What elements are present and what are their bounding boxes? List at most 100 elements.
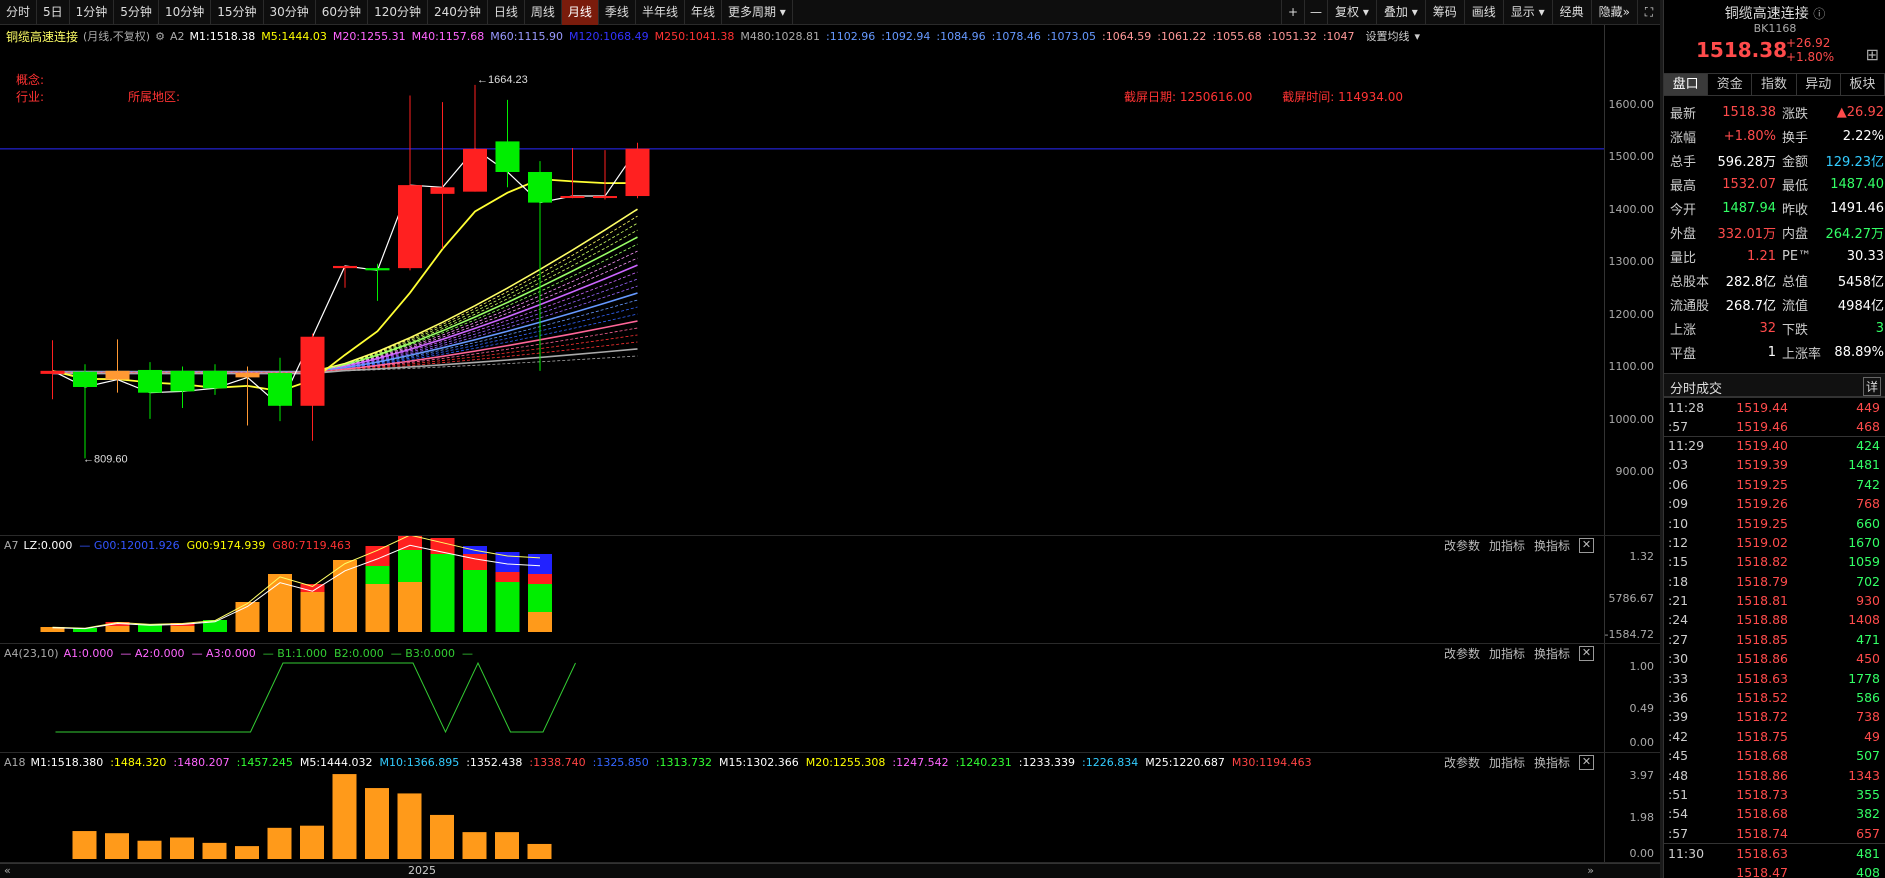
fuquan-dropdown[interactable]: 复权 ▾	[1326, 0, 1376, 25]
fullscreen-icon[interactable]: ⛶	[1637, 0, 1660, 25]
period-button-15[interactable]: 年线	[685, 0, 722, 25]
y-tick: 1600.00	[1608, 98, 1655, 111]
tick-volume: 660	[1856, 515, 1880, 531]
tick-row: :39 1518.72 738	[1664, 707, 1885, 726]
a7-panel: A7 LZ:0.000— G00:12001.926 G00:9174.939 G8…	[0, 536, 1660, 644]
a7-bar	[398, 536, 422, 550]
overlay-dropdown[interactable]: 叠加 ▾	[1375, 0, 1425, 25]
zoom-in-button[interactable]: +	[1280, 0, 1304, 25]
period-button-4[interactable]: 10分钟	[159, 0, 212, 25]
tick-price: 1518.85	[1736, 631, 1788, 647]
detail-button[interactable]: 详	[1862, 377, 1881, 396]
tab-0[interactable]: 盘口	[1664, 74, 1709, 95]
display-dropdown[interactable]: 显示 ▾	[1502, 0, 1552, 25]
quote-sidebar: 铜缆高速连接 ⓘ BK1168 1518.38 +26.92 +1.80% ⊞ …	[1663, 0, 1885, 878]
stat-key: 最高	[1670, 178, 1697, 194]
double-chevron-right-icon: »	[1622, 5, 1630, 19]
a7-bar	[365, 566, 390, 584]
stat-value: 32	[1759, 320, 1776, 336]
period-button-3[interactable]: 5分钟	[114, 0, 159, 25]
period-button-14[interactable]: 半年线	[636, 0, 685, 25]
scroll-left-icon[interactable]: «	[4, 864, 11, 877]
y-tick: 1500.00	[1608, 150, 1655, 163]
tick-row: :57 1518.74 657	[1664, 824, 1885, 843]
a7-bar	[365, 584, 390, 632]
period-button-10[interactable]: 日线	[488, 0, 525, 25]
y-tick: 1.00	[1629, 660, 1655, 673]
tick-price: 1518.68	[1736, 806, 1788, 822]
tick-row: :30 1518.86 450	[1664, 649, 1885, 668]
scroll-right-icon[interactable]: »	[1587, 864, 1594, 877]
caret-down-icon: ▾	[775, 5, 786, 19]
classic-button[interactable]: 经典	[1551, 0, 1591, 25]
stat-key: 涨幅	[1670, 130, 1697, 146]
hide-label: 隐藏	[1598, 5, 1623, 19]
tick-price: 1518.68	[1736, 748, 1788, 764]
price-axis: 1600.00 1500.00 1400.00 1300.00 1200.00 …	[1604, 25, 1660, 535]
stat-value: 282.8亿	[1725, 274, 1776, 290]
tab-1[interactable]: 资金	[1708, 74, 1753, 95]
candle-body	[300, 336, 325, 406]
tab-2[interactable]: 指数	[1752, 74, 1797, 95]
period-button-7[interactable]: 60分钟	[316, 0, 369, 25]
tick-price: 1519.40	[1736, 438, 1788, 454]
volume-bar	[72, 831, 97, 859]
tick-time: :27	[1668, 631, 1689, 647]
stat-key: 今开	[1670, 202, 1697, 218]
period-button-11[interactable]: 周线	[525, 0, 562, 25]
info-icon[interactable]: ⓘ	[1813, 7, 1825, 21]
tick-price: 1519.26	[1736, 496, 1788, 512]
period-button-0[interactable]: 分时	[0, 0, 38, 25]
tick-row: 11:30 1518.63 481	[1664, 842, 1885, 862]
ma-line	[52, 222, 638, 374]
period-button-6[interactable]: 30分钟	[264, 0, 316, 25]
tick-time: :39	[1668, 709, 1689, 725]
stat-row: 流通股 268.7亿 流值 4984亿	[1664, 292, 1885, 316]
hide-button[interactable]: 隐藏»	[1590, 0, 1637, 25]
kline-chart[interactable]: ←1664.23 ←809.60	[0, 25, 1604, 536]
tick-volume: 507	[1856, 748, 1880, 764]
a7-bar	[528, 574, 552, 584]
period-button-13[interactable]: 季线	[599, 0, 636, 25]
period-button-8[interactable]: 120分钟	[368, 0, 428, 25]
tick-row: :18 1518.79 702	[1664, 572, 1885, 591]
stat-row: 平盘 1 上涨率 88.89%	[1664, 340, 1885, 364]
tick-time: :30	[1668, 651, 1689, 667]
stat-value: 1532.07	[1722, 176, 1776, 192]
period-button-16[interactable]: 更多周期 ▾	[722, 0, 793, 25]
zoom-out-button[interactable]: —	[1303, 0, 1327, 25]
draw-line-button[interactable]: 画线	[1463, 0, 1503, 25]
tick-time: :15	[1668, 554, 1689, 570]
tick-time: :06	[1668, 476, 1689, 492]
stat-row: 总手 596.28万 金额 129.23亿	[1664, 148, 1885, 172]
tick-row: :06 1519.25 742	[1664, 475, 1885, 494]
time-scrollbar[interactable]: « 2025 »	[0, 863, 1660, 878]
fuquan-label: 复权	[1334, 5, 1359, 19]
a18-panel: A18 M1:1518.380:1484.320:1480.207:1457.2…	[0, 753, 1660, 863]
candle-body	[528, 171, 552, 203]
tick-volume: 49	[1864, 728, 1880, 744]
kline-app: 分时 5日 1分钟 5分钟 10分钟 15分钟 30分钟 60分钟 120分钟 240分钟 日线 周线…	[0, 0, 1885, 878]
period-button-2[interactable]: 1分钟	[70, 0, 115, 25]
volume-bar	[105, 833, 129, 859]
tick-price: 1518.47	[1736, 864, 1788, 877]
volume-bar	[397, 793, 422, 859]
period-button-1[interactable]: 5日	[37, 0, 70, 25]
period-button-9[interactable]: 240分钟	[428, 0, 488, 25]
b1-line	[55, 661, 576, 734]
tab-3[interactable]: 异动	[1797, 74, 1841, 95]
ma-line	[52, 299, 638, 373]
candle-body	[398, 185, 422, 269]
period-button-5[interactable]: 15分钟	[211, 0, 264, 25]
stat-row: 外盘 332.01万 内盘 264.27万	[1664, 220, 1885, 244]
tick-row: :15 1518.82 1059	[1664, 552, 1885, 571]
stat-row: 今开 1487.94 昨收 1491.46	[1664, 196, 1885, 220]
candle-body	[235, 373, 260, 378]
stat-row: 量比 1.21 PE™ 30.33	[1664, 244, 1885, 268]
volume-bar	[462, 832, 487, 859]
chips-button[interactable]: 筹码	[1424, 0, 1464, 25]
grid-icon[interactable]: ⊞	[1866, 45, 1879, 64]
tab-4[interactable]: 板块	[1841, 74, 1885, 95]
period-button-12[interactable]: 月线	[561, 0, 599, 25]
candle-body	[430, 187, 455, 194]
